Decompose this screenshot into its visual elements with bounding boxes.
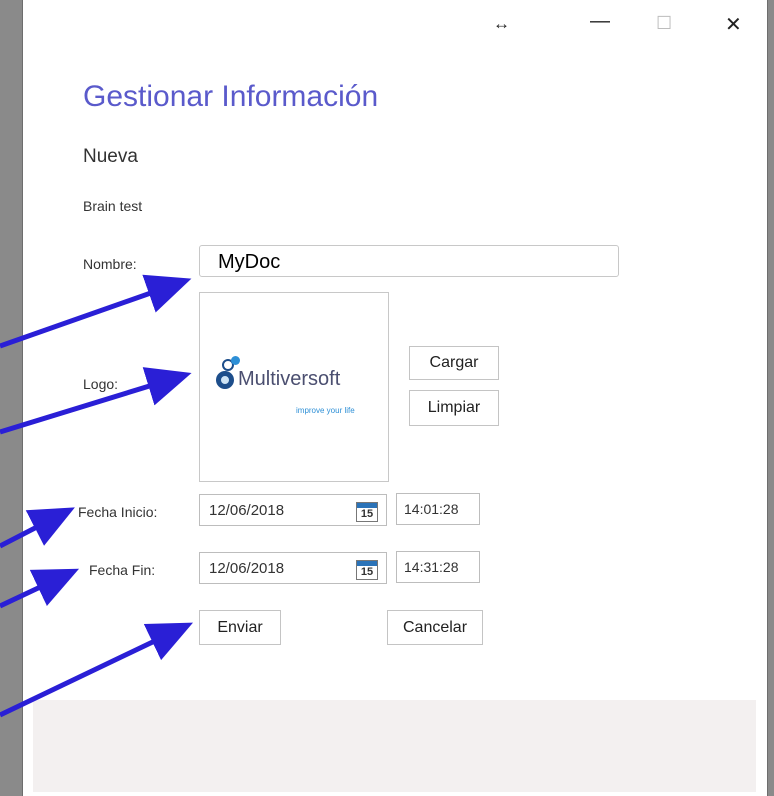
start-date-value: 12/06/2018 (209, 502, 285, 519)
logo-ring-icon (216, 371, 234, 389)
logo-preview: Multiversoft improve your life (199, 292, 389, 482)
calendar-icon[interactable]: 15 (356, 502, 378, 522)
context-text: Brain test (83, 198, 143, 214)
clear-button[interactable]: Limpiar (409, 390, 499, 426)
cancel-button[interactable]: Cancelar (387, 610, 483, 645)
start-date-picker[interactable]: 12/06/2018 15 (199, 494, 387, 526)
logo-dot-icon (231, 356, 240, 365)
load-button[interactable]: Cargar (409, 346, 499, 380)
end-date-picker[interactable]: 12/06/2018 15 (199, 552, 387, 584)
name-input[interactable]: MyDoc (199, 245, 619, 277)
logo-brand-text: Multiversoft (238, 368, 341, 390)
calendar-icon[interactable]: 15 (356, 560, 378, 580)
logo-label: Logo: (83, 376, 119, 392)
app-window: ↔ — ☐ ✕ Gestionar Información Nueva Brai… (22, 0, 768, 796)
end-date-label: Fecha Fin: (89, 562, 156, 578)
page-title: Gestionar Información (83, 80, 379, 113)
close-icon[interactable]: ✕ (725, 12, 742, 37)
name-label: Nombre: (83, 256, 137, 272)
resize-icon[interactable]: ↔ (493, 14, 510, 34)
footer-band (33, 700, 756, 792)
submit-button[interactable]: Enviar (199, 610, 281, 645)
logo-tagline-text: improve your life (296, 406, 355, 415)
start-date-label: Fecha Inicio: (78, 504, 158, 520)
end-date-value: 12/06/2018 (209, 560, 285, 577)
minimize-icon[interactable]: — (590, 10, 610, 33)
page-subtitle: Nueva (83, 146, 138, 167)
start-time-input[interactable]: 14:01:28 (396, 493, 480, 525)
end-time-input[interactable]: 14:31:28 (396, 551, 480, 583)
maximize-icon[interactable]: ☐ (656, 13, 672, 34)
